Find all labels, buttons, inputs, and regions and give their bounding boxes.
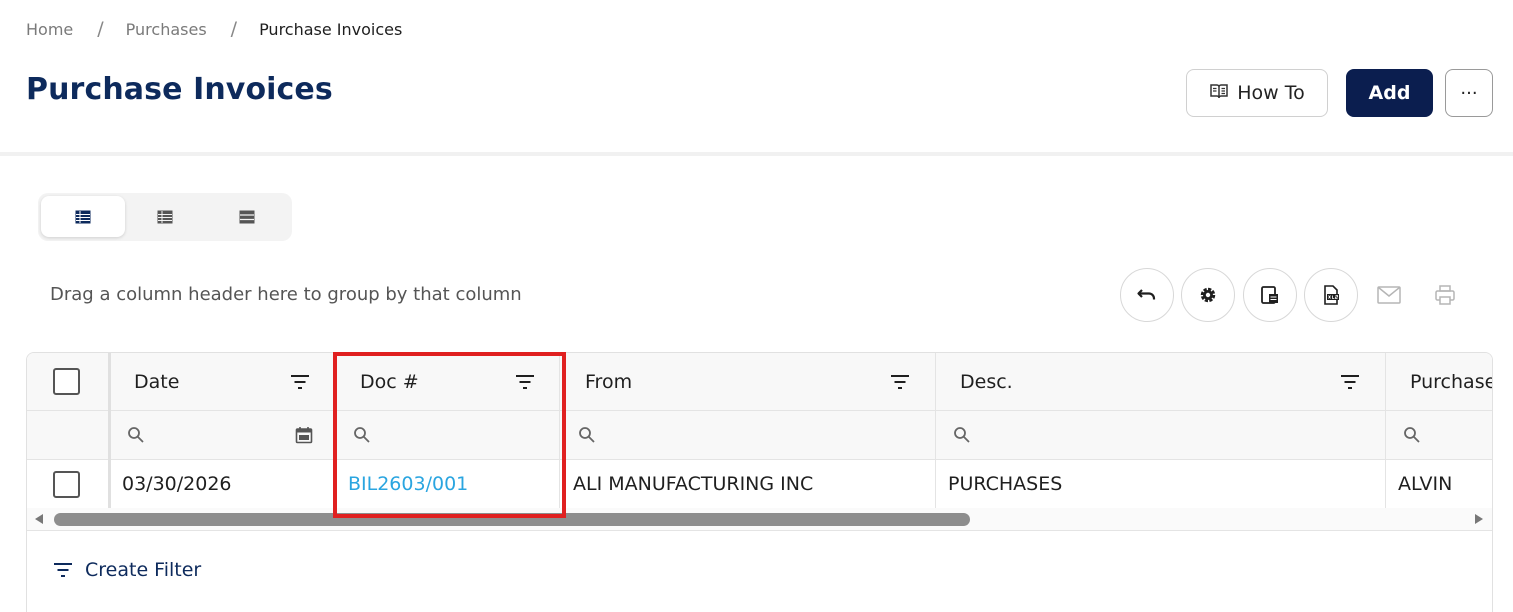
reset-layout-button[interactable] bbox=[1120, 268, 1174, 322]
scroll-left-icon[interactable] bbox=[35, 514, 43, 524]
column-divider bbox=[935, 353, 936, 508]
how-to-button[interactable]: How To bbox=[1186, 69, 1328, 117]
breadcrumb-current: Purchase Invoices bbox=[259, 19, 403, 39]
filter-cell-doc[interactable] bbox=[353, 411, 371, 459]
breadcrumb-purchases[interactable]: Purchases bbox=[126, 20, 207, 39]
cell-from: ALI MANUFACTURING INC bbox=[573, 473, 814, 495]
calendar-icon bbox=[295, 427, 313, 444]
print-button[interactable] bbox=[1430, 280, 1460, 310]
undo-icon bbox=[1137, 289, 1156, 300]
gear-icon bbox=[1200, 287, 1216, 303]
filter-cell-from[interactable] bbox=[578, 411, 596, 459]
table-view-icon bbox=[75, 210, 91, 223]
horizontal-scrollbar[interactable] bbox=[27, 508, 1492, 530]
search-icon bbox=[579, 427, 595, 443]
create-filter-button[interactable]: Create Filter bbox=[53, 559, 201, 581]
email-button[interactable] bbox=[1374, 280, 1404, 310]
how-to-label: How To bbox=[1237, 82, 1305, 104]
filter-cell-desc[interactable] bbox=[953, 411, 971, 459]
breadcrumb-home[interactable]: Home bbox=[26, 20, 73, 39]
column-title-doc: Doc # bbox=[360, 371, 419, 393]
book-icon bbox=[1209, 82, 1229, 105]
column-title-date: Date bbox=[134, 371, 180, 393]
rows-view-icon bbox=[239, 210, 255, 223]
filter-icon bbox=[54, 563, 72, 577]
row-select-cell bbox=[53, 460, 80, 508]
breadcrumb-separator: / bbox=[230, 18, 238, 40]
cell-desc: PURCHASES bbox=[948, 473, 1063, 495]
column-divider bbox=[108, 353, 111, 508]
header-divider bbox=[0, 152, 1513, 156]
search-icon bbox=[954, 427, 970, 443]
printer-icon bbox=[1435, 285, 1455, 305]
page-title: Purchase Invoices bbox=[26, 72, 333, 107]
grid-filter-row bbox=[27, 411, 1492, 460]
mail-icon bbox=[1377, 286, 1401, 304]
row-checkbox[interactable] bbox=[53, 470, 80, 498]
breadcrumb-separator: / bbox=[97, 18, 104, 40]
date-picker-button[interactable] bbox=[295, 411, 313, 459]
more-options-button[interactable]: ··· bbox=[1445, 69, 1493, 117]
view-compact-button[interactable] bbox=[41, 196, 125, 237]
view-standard-button[interactable] bbox=[123, 196, 207, 237]
filter-icon bbox=[291, 375, 309, 389]
table-view-icon bbox=[157, 210, 173, 223]
xls-file-icon bbox=[1324, 285, 1339, 305]
filter-icon bbox=[516, 375, 534, 389]
grid-settings-button[interactable] bbox=[1181, 268, 1235, 322]
cell-purchaser: ALVIN bbox=[1398, 473, 1453, 495]
filter-icon bbox=[891, 375, 909, 389]
search-icon bbox=[354, 427, 370, 443]
page: Home / Purchases / Purchase Invoices Pur… bbox=[0, 0, 1513, 612]
add-button[interactable]: Add bbox=[1346, 69, 1433, 117]
export-excel-button[interactable] bbox=[1304, 268, 1358, 322]
column-title-desc: Desc. bbox=[960, 371, 1013, 393]
grid-footer: Create Filter bbox=[27, 530, 1492, 612]
cell-doc-link[interactable]: BIL2603/001 bbox=[348, 460, 468, 508]
column-chooser-button[interactable] bbox=[1243, 268, 1297, 322]
column-divider bbox=[334, 353, 335, 508]
column-filter-menu-from[interactable] bbox=[890, 353, 910, 411]
column-filter-menu-doc[interactable] bbox=[515, 353, 535, 411]
view-toggle bbox=[38, 193, 292, 241]
cell-date: 03/30/2026 bbox=[122, 473, 232, 495]
column-title-purchaser: Purchase bbox=[1410, 371, 1493, 393]
search-icon bbox=[128, 427, 144, 443]
grid-header-labels: Date Doc # From Desc. Purchase bbox=[27, 353, 1493, 411]
filter-cell-purchaser[interactable] bbox=[1403, 411, 1421, 459]
column-chooser-icon bbox=[1261, 286, 1278, 304]
column-filter-menu-date[interactable] bbox=[290, 353, 310, 411]
column-title-from: From bbox=[585, 371, 633, 393]
view-comfortable-button[interactable] bbox=[205, 196, 289, 237]
group-panel-hint: Drag a column header here to group by th… bbox=[50, 284, 522, 305]
column-divider bbox=[559, 353, 560, 508]
scroll-right-icon[interactable] bbox=[1475, 514, 1483, 524]
filter-icon bbox=[1341, 375, 1359, 389]
column-divider bbox=[1385, 353, 1386, 508]
create-filter-label: Create Filter bbox=[85, 559, 202, 581]
table-row[interactable]: 03/30/2026 BIL2603/001 ALI MANUFACTURING… bbox=[27, 460, 1492, 508]
scrollbar-thumb[interactable] bbox=[54, 513, 970, 526]
column-filter-menu-desc[interactable] bbox=[1340, 353, 1360, 411]
search-icon bbox=[1404, 427, 1420, 443]
filter-cell-date[interactable] bbox=[127, 411, 145, 459]
breadcrumb: Home / Purchases / Purchase Invoices bbox=[26, 18, 402, 40]
data-grid: Date Doc # From Desc. Purchase 03/30/202… bbox=[26, 352, 1493, 612]
